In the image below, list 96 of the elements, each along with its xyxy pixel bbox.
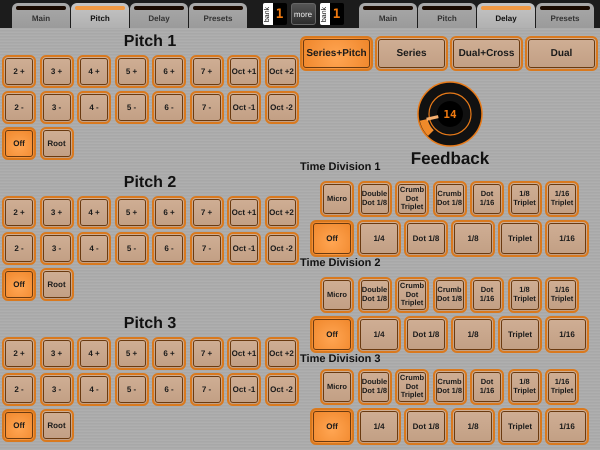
toggle-button[interactable]: 2 - — [2, 373, 36, 406]
toggle-button[interactable]: 2 - — [2, 232, 36, 265]
section-title: Time Division 2 — [300, 257, 382, 271]
toggle-button[interactable]: 7 + — [190, 55, 224, 88]
toggle-button[interactable]: 7 - — [190, 232, 224, 265]
toggle-button[interactable]: Oct -1 — [227, 373, 261, 406]
toggle-button[interactable]: 6 + — [152, 196, 186, 229]
toggle-button[interactable]: Dual+Cross — [450, 36, 523, 71]
toggle-button[interactable]: 1/8 — [451, 408, 495, 445]
toggle-button[interactable]: 6 - — [152, 91, 186, 124]
tab[interactable]: Main — [359, 3, 417, 28]
toggle-button[interactable]: Oct +1 — [227, 55, 261, 88]
toggle-button[interactable]: 4 - — [77, 91, 111, 124]
section-title: Pitch 3 — [124, 314, 176, 332]
section-title: Time Division 1 — [300, 161, 382, 175]
toggle-button[interactable]: Oct -1 — [227, 91, 261, 124]
toggle-button[interactable]: Dot 1/8 — [404, 220, 448, 257]
toggle-button[interactable]: 5 + — [114, 196, 148, 229]
toggle-button[interactable]: 3 + — [40, 337, 74, 370]
toggle-button[interactable]: 3 - — [40, 373, 74, 406]
toggle-button[interactable]: 2 - — [2, 91, 36, 124]
toggle-button[interactable]: 6 - — [152, 373, 186, 406]
toggle-button[interactable]: 1/16 — [545, 220, 589, 257]
toggle-button[interactable]: Dot 1/8 — [404, 316, 448, 353]
toggle-button[interactable]: 3 + — [40, 55, 74, 88]
toggle-button[interactable]: Off — [310, 316, 354, 353]
toggle-button[interactable]: 1/8 — [451, 316, 495, 353]
knob-label: Feedback — [410, 149, 490, 169]
tab[interactable]: Main — [12, 3, 70, 28]
toggle-button[interactable]: Oct +1 — [227, 337, 261, 370]
toggle-button[interactable]: Triplet — [498, 316, 542, 353]
toggle-button[interactable]: 5 + — [114, 55, 148, 88]
section-title: Pitch 2 — [124, 174, 176, 192]
section-title: Time Division 3 — [300, 353, 382, 367]
toggle-button[interactable]: 1/4 — [357, 220, 401, 257]
toggle-button[interactable]: 7 - — [190, 373, 224, 406]
toggle-button[interactable]: Dual — [525, 36, 598, 71]
toggle-button[interactable]: 5 + — [114, 337, 148, 370]
toggle-button[interactable]: 7 + — [190, 337, 224, 370]
toggle-button[interactable]: Oct +2 — [264, 337, 298, 370]
feedback-knob[interactable]: 14 — [417, 81, 483, 147]
tab[interactable]: Presets — [189, 3, 247, 28]
section-title: Pitch 1 — [124, 32, 176, 50]
toggle-button[interactable]: Off — [2, 268, 36, 301]
bank-display: 1 — [330, 3, 344, 25]
toggle-button[interactable]: Oct -2 — [264, 232, 298, 265]
tab[interactable]: Pitch — [71, 3, 129, 28]
toggle-button[interactable]: 4 - — [77, 232, 111, 265]
toggle-button[interactable]: 1/4 — [357, 316, 401, 353]
toggle-button[interactable]: 2 + — [2, 55, 36, 88]
toggle-button[interactable]: 5 - — [114, 91, 148, 124]
toggle-button[interactable]: Off — [2, 127, 36, 160]
toggle-button[interactable]: Root — [40, 127, 74, 160]
toggle-button[interactable]: 5 - — [114, 232, 148, 265]
toggle-button[interactable]: 4 + — [77, 55, 111, 88]
toggle-button[interactable]: 6 + — [152, 55, 186, 88]
toggle-button[interactable]: Dot 1/8 — [404, 408, 448, 445]
toggle-button[interactable]: 1/16 — [545, 316, 589, 353]
tab[interactable]: Presets — [536, 3, 594, 28]
toggle-button[interactable]: Oct -2 — [264, 373, 298, 406]
toggle-button[interactable]: 7 - — [190, 91, 224, 124]
toggle-button[interactable]: Off — [310, 408, 354, 445]
toggle-button[interactable]: 6 + — [152, 337, 186, 370]
toggle-button[interactable]: 6 - — [152, 232, 186, 265]
toggle-button[interactable]: 4 - — [77, 373, 111, 406]
toggle-button[interactable]: Oct -1 — [227, 232, 261, 265]
toggle-button[interactable]: 4 + — [77, 196, 111, 229]
toggle-button[interactable]: 1/4 — [357, 408, 401, 445]
tab[interactable]: Delay — [130, 3, 188, 28]
toggle-button[interactable]: 3 - — [40, 232, 74, 265]
toggle-button[interactable]: Root — [40, 268, 74, 301]
toggle-button[interactable]: Oct +2 — [264, 196, 298, 229]
more-button[interactable]: more — [290, 3, 316, 25]
toggle-button[interactable]: Triplet — [498, 408, 542, 445]
toggle-button[interactable]: 2 + — [2, 196, 36, 229]
toggle-button[interactable]: 3 + — [40, 196, 74, 229]
toggle-button[interactable]: Root — [40, 409, 74, 442]
toggle-button[interactable]: Oct +1 — [227, 196, 261, 229]
toggle-button[interactable]: 7 + — [190, 196, 224, 229]
knob-value: 14 — [443, 108, 457, 121]
toggle-button[interactable]: Triplet — [498, 220, 542, 257]
bank-display: 1 — [272, 3, 286, 25]
tab[interactable]: Delay — [477, 3, 535, 28]
toggle-button[interactable]: Series — [375, 36, 448, 71]
toggle-button[interactable]: 1/8 — [451, 220, 495, 257]
toggle-button[interactable]: Off — [2, 409, 36, 442]
toggle-button[interactable]: Off — [310, 220, 354, 257]
toggle-button[interactable]: 2 + — [2, 337, 36, 370]
toggle-button[interactable]: 4 + — [77, 337, 111, 370]
toggle-button[interactable]: Series+Pitch — [300, 36, 373, 71]
toggle-button[interactable]: 3 - — [40, 91, 74, 124]
toggle-button[interactable]: 5 - — [114, 373, 148, 406]
toggle-button[interactable]: Oct +2 — [264, 55, 298, 88]
toggle-button[interactable]: 1/16 — [545, 408, 589, 445]
tab[interactable]: Pitch — [418, 3, 476, 28]
toggle-button[interactable]: Oct -2 — [264, 91, 298, 124]
